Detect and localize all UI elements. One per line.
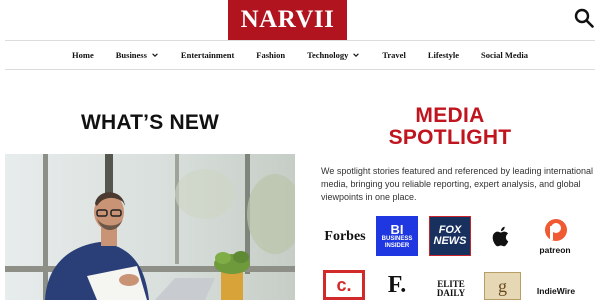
- logo-text: INSIDER: [384, 242, 410, 249]
- search-icon[interactable]: [574, 8, 594, 28]
- heading-line: SPOTLIGHT: [388, 126, 512, 149]
- nav-item-technology[interactable]: Technology: [307, 50, 360, 60]
- nav-item-home[interactable]: Home: [72, 50, 94, 60]
- indiewire-logo[interactable]: IndieWire: [534, 284, 578, 298]
- patreon-icon: [545, 218, 567, 241]
- chevron-down-icon: [353, 53, 360, 57]
- site-logo[interactable]: NARVII: [228, 0, 347, 40]
- nav-item-entertainment[interactable]: Entertainment: [181, 50, 234, 60]
- logo-mark: BI: [390, 221, 404, 237]
- nav-item-social-media[interactable]: Social Media: [481, 50, 528, 60]
- nav-item-business[interactable]: Business: [116, 50, 159, 60]
- section-heading-media-spotlight: MEDIA SPOTLIGHT: [350, 105, 550, 149]
- logo-text: patreon: [539, 244, 571, 255]
- fox-news-logo[interactable]: FOX NEWS: [429, 216, 471, 256]
- logo-text: DAILY: [436, 288, 466, 298]
- nav-divider: [5, 69, 595, 70]
- heading-line: MEDIA: [415, 104, 485, 127]
- nav-label: Social Media: [481, 50, 528, 60]
- goodreads-logo[interactable]: g: [484, 272, 521, 300]
- elite-daily-logo[interactable]: ELITE DAILY: [431, 278, 471, 300]
- nav-label: Travel: [382, 50, 406, 60]
- chevron-down-icon: [152, 53, 158, 57]
- nav-label: Fashion: [256, 50, 286, 60]
- nav-label: Entertainment: [180, 50, 235, 60]
- nav-item-travel[interactable]: Travel: [382, 50, 405, 60]
- logo-text: NEWS: [433, 235, 467, 247]
- nav-label: Lifestyle: [427, 50, 459, 60]
- nav-label: Technology: [307, 50, 349, 60]
- section-heading-whats-new: WHAT’S NEW: [80, 111, 220, 134]
- patreon-logo[interactable]: patreon: [533, 216, 577, 256]
- nav-label: Business: [115, 50, 147, 60]
- apple-icon[interactable]: [487, 222, 515, 250]
- featured-article-image[interactable]: [5, 154, 295, 300]
- nav-item-lifestyle[interactable]: Lifestyle: [428, 50, 459, 60]
- nav-item-fashion[interactable]: Fashion: [256, 50, 285, 60]
- main-nav: Home Business Entertainment Fashion Tech…: [0, 41, 600, 69]
- logo-text: BUSINESS: [381, 235, 413, 242]
- forbes-logo[interactable]: Forbes: [321, 226, 369, 248]
- spotlight-description: We spotlight stories featured and refere…: [321, 166, 594, 202]
- nav-label: Home: [72, 50, 94, 60]
- business-insider-logo[interactable]: BI BUSINESS INSIDER: [376, 216, 418, 256]
- cheddar-logo[interactable]: c.: [323, 270, 365, 300]
- forward-logo[interactable]: F.: [377, 270, 417, 300]
